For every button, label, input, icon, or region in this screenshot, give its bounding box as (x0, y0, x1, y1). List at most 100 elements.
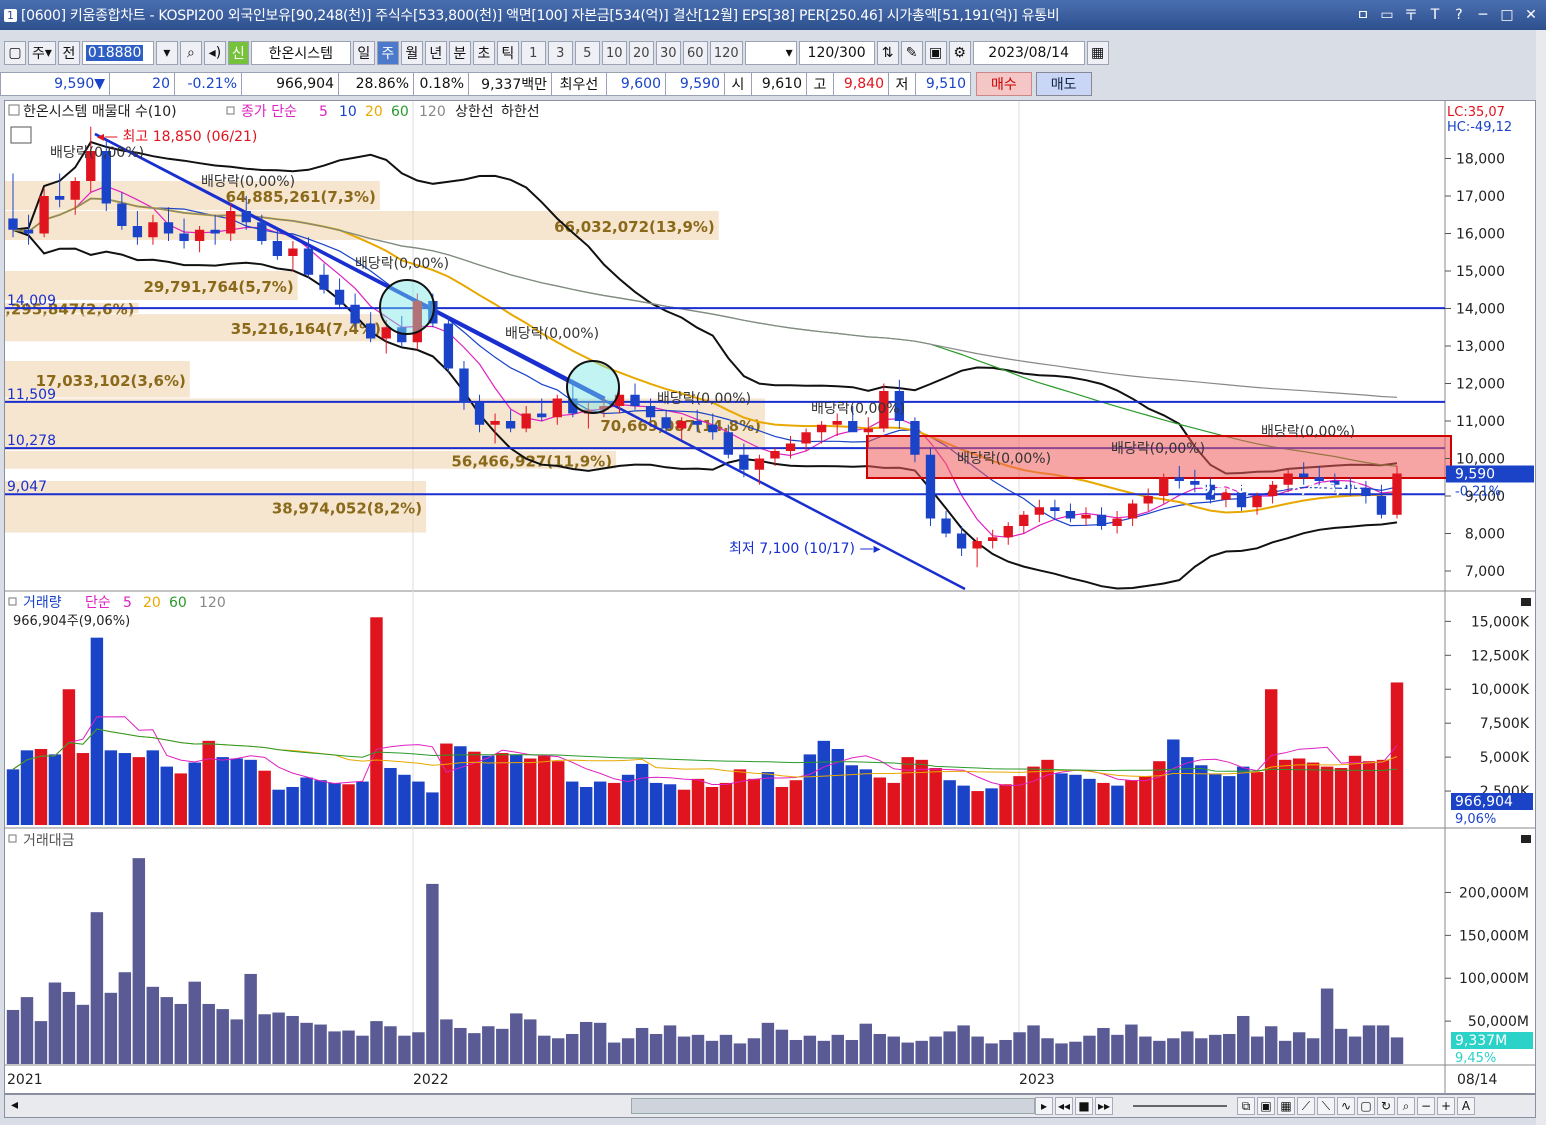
highlight-circle-2[interactable] (566, 360, 620, 414)
date-input[interactable]: 2023/08/14 (972, 41, 1085, 65)
scrollbar-thumb[interactable] (631, 1098, 1035, 1114)
code-dropdown-icon[interactable]: ▾ (155, 41, 178, 65)
period-month[interactable]: 월 (400, 41, 423, 65)
volume-bar (1111, 785, 1124, 825)
calendar-icon[interactable]: ▦ (1086, 41, 1109, 65)
legend-ma-60[interactable]: 60 (391, 104, 409, 120)
volume-pane-collapse-icon[interactable] (1521, 598, 1531, 606)
volume-bar (1097, 782, 1110, 825)
buy-button[interactable]: 매수 (976, 72, 1032, 96)
amount-bar (1111, 1034, 1124, 1064)
legend-lower-band[interactable]: 하한선 (501, 104, 540, 120)
draw-tool-icon[interactable]: ✎ (900, 41, 923, 65)
interval-1[interactable]: 1 (520, 41, 546, 65)
legend-upper-band[interactable]: 상한선 (455, 104, 494, 120)
period-week[interactable]: 주 (376, 41, 399, 65)
chart-type-icon[interactable]: ⇅ (876, 41, 899, 65)
scroll-right-icon[interactable]: ▸ (1035, 1097, 1053, 1115)
interval-60[interactable]: 60 (682, 41, 708, 65)
minimize-icon[interactable]: ─ (1472, 4, 1494, 26)
volume-title[interactable]: 거래량 (23, 595, 62, 611)
help-icon[interactable]: ? (1448, 4, 1470, 26)
chart-svg[interactable]: 66,032,072(13,9%) 64,885,261(7,3%) 29,791,… (0, 101, 1535, 1093)
ex-dividend-label: 배당락(0,00%) (811, 401, 905, 417)
amount-pane-collapse-icon[interactable] (1521, 835, 1531, 843)
amount-bar (733, 1043, 747, 1064)
amount-bar (370, 1021, 383, 1064)
layout-icon[interactable]: ▢ (4, 41, 26, 65)
candle-body (1299, 473, 1309, 478)
tool-copy-icon[interactable]: ⧉ (1237, 1097, 1255, 1115)
period-year[interactable]: 년 (424, 41, 447, 65)
interval-10[interactable]: 10 (601, 41, 627, 65)
stop-icon[interactable]: ■ (1075, 1097, 1093, 1115)
period-tick[interactable]: 틱 (496, 41, 519, 65)
tool-trend-icon[interactable]: ⟋ (1297, 1097, 1315, 1115)
tool-box-icon[interactable]: ▢ (1357, 1097, 1375, 1115)
trade-volume: 966,904 (241, 72, 339, 96)
tool-grid-icon[interactable]: ▦ (1277, 1097, 1295, 1115)
amount-bar (565, 1033, 579, 1064)
zoom-search-icon[interactable]: ⌕ (1397, 1097, 1415, 1115)
window-option-icon[interactable]: ㅁ (1352, 4, 1374, 26)
chart-area[interactable]: 66,032,072(13,9%) 64,885,261(7,3%) 29,791,… (0, 100, 1536, 1094)
interval-3[interactable]: 3 (547, 41, 573, 65)
text-tool-icon[interactable]: A (1457, 1097, 1475, 1115)
zoom-in-icon[interactable]: + (1437, 1097, 1455, 1115)
data-count-input[interactable]: 120/300 (798, 41, 875, 65)
interval-5[interactable]: 5 (574, 41, 600, 65)
zoom-slider[interactable] (1133, 1105, 1227, 1107)
tool-wave-icon[interactable]: ∿ (1337, 1097, 1355, 1115)
amount-bar (817, 1040, 831, 1064)
highlight-circle-1[interactable] (379, 279, 435, 335)
legend-ma-label[interactable]: 종가 단순 (241, 104, 297, 120)
volume-ma-120[interactable]: 120 (199, 595, 226, 611)
volume-bar (342, 784, 355, 825)
legend-ma-10[interactable]: 10 (339, 104, 357, 120)
window-restore-icon[interactable]: ▭ (1376, 4, 1398, 26)
volume-ma-label[interactable]: 단순 (85, 595, 111, 611)
horizontal-scrollbar[interactable]: ◂ ▸ ◂◂ ■ ▸▸ ⧉ ▣ ▦ ⟋ ⟍ ∿ ▢ ↻ ⌕ − + A (4, 1094, 1536, 1118)
vertical-scrollbar[interactable] (1536, 30, 1546, 1125)
volume-bar (20, 750, 34, 825)
amount-title[interactable]: 거래대금 (23, 833, 75, 849)
volume-ma-20[interactable]: 20 (143, 595, 161, 611)
sell-button[interactable]: 매도 (1035, 72, 1092, 96)
period-minute[interactable]: 분 (448, 41, 471, 65)
maximize-icon[interactable]: □ (1496, 4, 1518, 26)
rewind-icon[interactable]: ◂◂ (1055, 1097, 1073, 1115)
legend-ma-120[interactable]: 120 (419, 104, 446, 120)
font-icon[interactable]: T (1424, 4, 1446, 26)
prev-button[interactable]: 전 (57, 41, 80, 65)
speaker-icon[interactable]: ◂) (203, 41, 226, 65)
scroll-left-icon[interactable]: ◂ (11, 1097, 18, 1113)
pin-icon[interactable]: 〒 (1400, 4, 1422, 26)
period-day[interactable]: 일 (352, 41, 375, 65)
volume-bar (76, 753, 90, 825)
save-icon[interactable]: ▣ (924, 41, 947, 65)
interval-dropdown[interactable]: ▾ (744, 41, 797, 65)
legend-main-title[interactable]: 한온시스템 매물대 수(10) (23, 104, 177, 120)
volume-ma-60[interactable]: 60 (169, 595, 187, 611)
search-icon[interactable]: ⌕ (179, 41, 202, 65)
period-select[interactable]: 주 ▾ (28, 41, 56, 65)
volume-bar (132, 757, 146, 825)
tool-line-icon[interactable]: ⟍ (1317, 1097, 1335, 1115)
interval-20[interactable]: 20 (628, 41, 654, 65)
grid-table-icon[interactable] (10, 126, 32, 144)
legend-ma-5[interactable]: 5 (319, 104, 328, 120)
settings-gear-icon[interactable]: ⚙ (948, 41, 971, 65)
tool-window-icon[interactable]: ▣ (1257, 1097, 1275, 1115)
stock-code-input[interactable]: 018880 (81, 41, 154, 65)
zoom-out-icon[interactable]: − (1417, 1097, 1435, 1115)
close-icon[interactable]: ✕ (1520, 4, 1542, 26)
legend-ma-20[interactable]: 20 (365, 104, 383, 120)
volume-ma-5[interactable]: 5 (123, 595, 132, 611)
tool-refresh-icon[interactable]: ↻ (1377, 1097, 1395, 1115)
volume-bar (384, 767, 397, 825)
interval-120[interactable]: 120 (709, 41, 743, 65)
period-second[interactable]: 초 (472, 41, 495, 65)
interval-30[interactable]: 30 (655, 41, 681, 65)
ex-dividend-label: 배당락(0,00%) (1111, 441, 1205, 457)
fast-forward-icon[interactable]: ▸▸ (1095, 1097, 1113, 1115)
